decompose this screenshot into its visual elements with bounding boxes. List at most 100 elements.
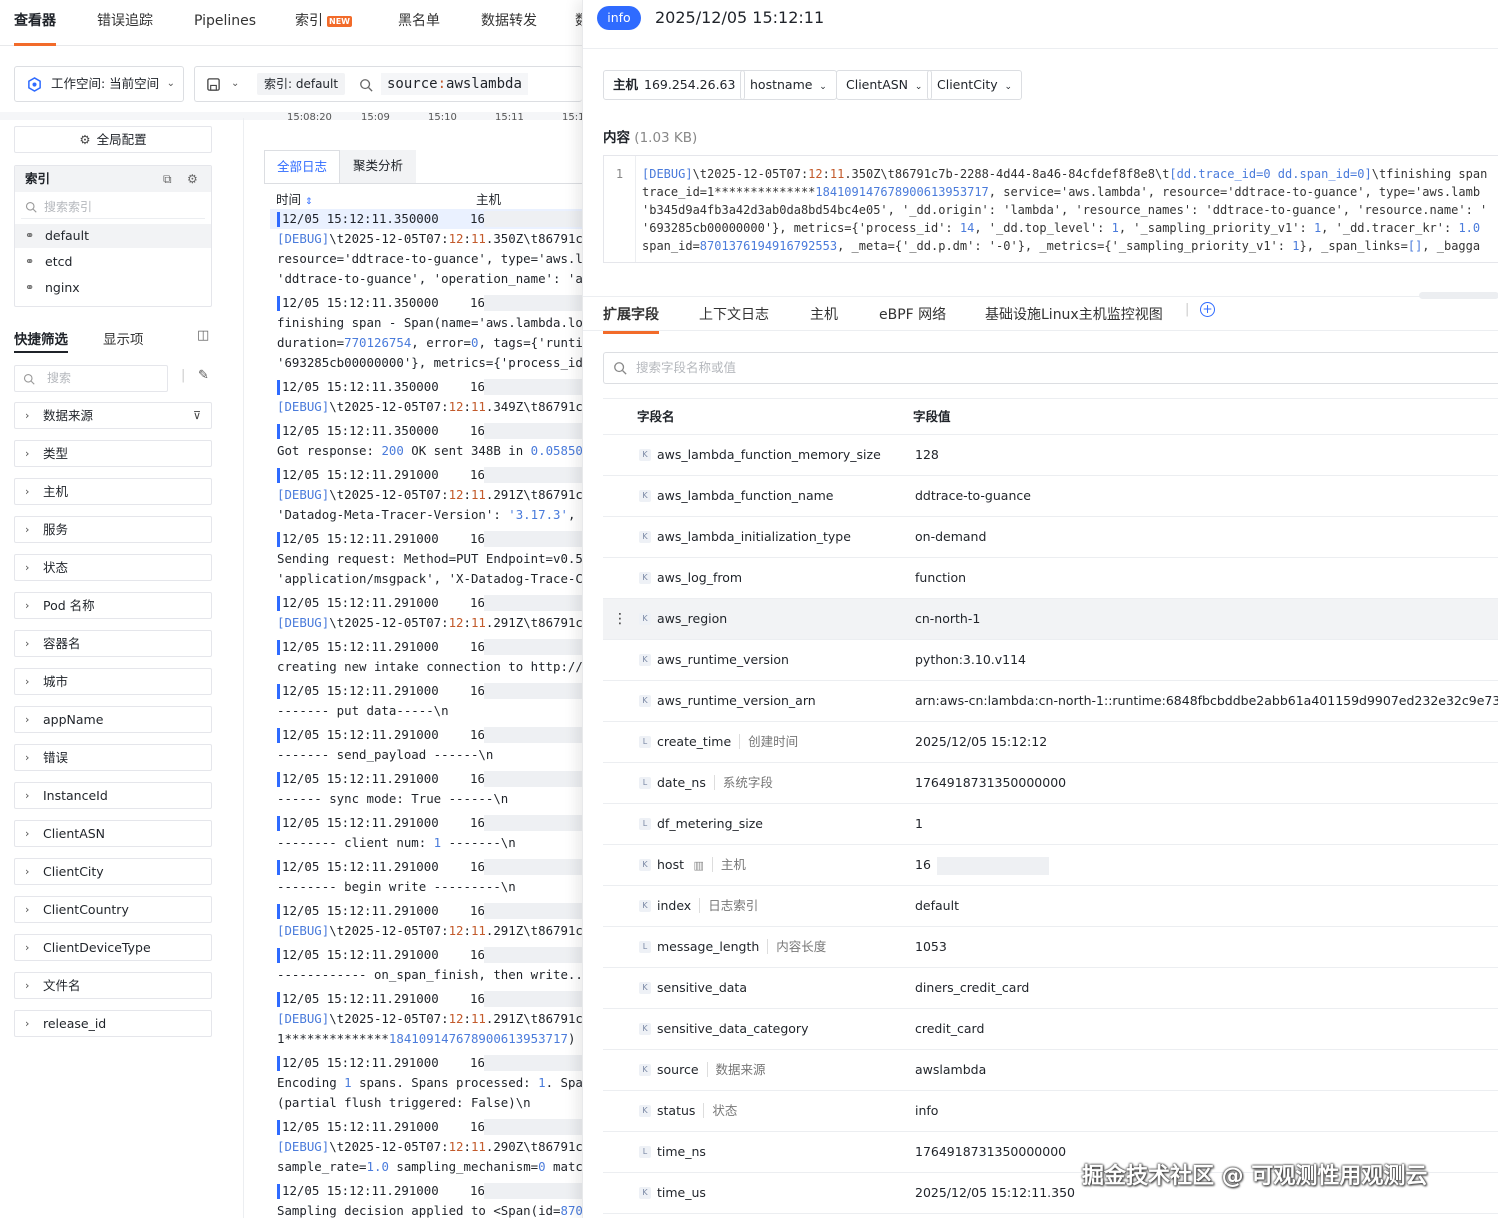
tab-index[interactable]: 索引 NEW	[295, 0, 352, 46]
tab-context-logs[interactable]: 上下文日志	[699, 304, 769, 324]
field-row[interactable]: Kaws_runtime_version python:3.10.v114	[603, 640, 1498, 681]
log-row[interactable]: 12/05 15:12:11.291000 16 [DEBUG]\t2025-12-…	[270, 901, 582, 941]
tab-pipelines[interactable]: Pipelines	[194, 0, 256, 46]
field-row[interactable]: Khost ▥ 主机 16	[603, 845, 1498, 886]
filter-item[interactable]: › 文件名	[14, 972, 212, 999]
index-search-input[interactable]: 搜索索引	[21, 195, 205, 219]
index-item-etcd[interactable]: ⚭ etcd	[15, 250, 211, 274]
index-chip[interactable]: 索引: default	[257, 73, 346, 95]
log-row[interactable]: 12/05 15:12:11.291000 16 Sampling decision…	[270, 1181, 582, 1218]
index-icon: ⚭	[25, 229, 35, 242]
tab-all-logs[interactable]: 全部日志	[264, 150, 340, 183]
tab-data-forward[interactable]: 数据转发	[481, 0, 537, 46]
tab-ebpf-network[interactable]: eBPF 网络	[879, 304, 946, 324]
log-row[interactable]: 12/05 15:12:11.291000 16 -------- client n…	[270, 813, 582, 853]
log-row[interactable]: 12/05 15:12:11.291000 16 ------- send_payl…	[270, 725, 582, 765]
text-segment: span_id=	[642, 239, 700, 253]
field-row[interactable]: Ksensitive_data_category credit_card	[603, 1009, 1498, 1050]
log-row[interactable]: 12/05 15:12:11.291000 16 Sending request: …	[270, 529, 582, 589]
field-row[interactable]: Kstatus 状态 info	[603, 1091, 1498, 1132]
field-row[interactable]: Lcreate_time 创建时间 2025/12/05 15:12:12	[603, 722, 1498, 763]
field-row[interactable]: Kindex 日志索引 default	[603, 886, 1498, 927]
add-tab-icon[interactable]: +	[1200, 302, 1215, 317]
filter-item[interactable]: › ClientCity	[14, 858, 212, 885]
tab-error-tracking[interactable]: 错误追踪	[97, 0, 153, 46]
filter-item[interactable]: › 类型	[14, 440, 212, 467]
filter-item[interactable]: › 状态	[14, 554, 212, 581]
chevron-down-icon[interactable]: ⌄	[231, 67, 239, 101]
log-row[interactable]: 12/05 15:12:11.291000 16 creating new inta…	[270, 637, 582, 677]
index-item-nginx[interactable]: ⚭ nginx	[15, 276, 211, 300]
field-row[interactable]: Kaws_log_from function	[603, 558, 1498, 599]
tab-host[interactable]: 主机	[810, 304, 838, 324]
filter-item[interactable]: › 错误	[14, 744, 212, 771]
sort-icon[interactable]: ⇕	[305, 197, 313, 207]
field-search-input[interactable]: 搜索字段名称或值	[603, 352, 1498, 384]
tab-blacklist[interactable]: 黑名单	[398, 0, 440, 46]
log-row[interactable]: 12/05 15:12:11.350000 16 [DEBUG]\t2025-12-…	[270, 377, 582, 417]
filter-item[interactable]: › 城市	[14, 668, 212, 695]
field-row[interactable]: ⋮ Kaws_region cn-north-1	[603, 599, 1498, 640]
log-row[interactable]: 12/05 15:12:11.291000 16 ------- put data-…	[270, 681, 582, 721]
bar-chart-icon[interactable]: ▥	[690, 859, 703, 872]
filter-search-input[interactable]: 搜索	[14, 365, 168, 392]
filter-item[interactable]: › 服务	[14, 516, 212, 543]
log-row[interactable]: 12/05 15:12:11.350000 16 finishing span - …	[270, 293, 582, 373]
filter-item[interactable]: › appName	[14, 706, 212, 733]
save-query-icon[interactable]	[206, 77, 221, 92]
text-segment: 12	[448, 615, 464, 630]
global-config-button[interactable]: ⚙ 全局配置	[14, 126, 212, 153]
tag-chip[interactable]: 主机 169.254.26.63	[603, 70, 746, 100]
field-row[interactable]: Ksource 数据来源 awslambda	[603, 1050, 1498, 1091]
log-row[interactable]: 12/05 15:12:11.291000 16 -------- begin wr…	[270, 857, 582, 897]
log-row[interactable]: 12/05 15:12:11.291000 16 [DEBUG]\t2025-12-…	[270, 593, 582, 633]
filter-item[interactable]: › ClientASN	[14, 820, 212, 847]
field-row[interactable]: Kaws_lambda_function_name ddtrace-to-guan…	[603, 476, 1498, 517]
tab-display-items[interactable]: 显示项	[103, 328, 144, 348]
filter-item[interactable]: › 数据来源 ⊽	[14, 402, 212, 429]
field-row[interactable]: Kaws_lambda_initialization_type on-demand	[603, 517, 1498, 558]
log-row[interactable]: 12/05 15:12:11.350000 16 Got response: 200…	[270, 421, 582, 461]
log-host: 16	[470, 467, 485, 482]
clear-filter-icon[interactable]: ⊽	[193, 403, 201, 428]
text-segment: [dd.trace_id=0 dd.span_id=0]	[1169, 167, 1372, 181]
tag-chip[interactable]: hostname ⌄	[740, 70, 837, 100]
query-text[interactable]: source:awslambda	[381, 73, 528, 95]
collapse-icon[interactable]: ◫	[197, 328, 209, 343]
query-bar[interactable]: ⌄ 索引: default source:awslambda	[194, 66, 582, 102]
tag-chip[interactable]: ClientASN ⌄	[836, 70, 933, 100]
log-row[interactable]: 12/05 15:12:11.350000 16 [DEBUG]\t2025-12-…	[270, 209, 582, 289]
filter-item[interactable]: › 容器名	[14, 630, 212, 657]
column-header-time[interactable]: 时间 ⇕	[276, 189, 313, 208]
field-row[interactable]: Ldate_ns 系统字段 1764918731350000000	[603, 763, 1498, 804]
filter-item[interactable]: › Pod 名称	[14, 592, 212, 619]
field-row[interactable]: Ldf_metering_size 1	[603, 804, 1498, 845]
log-row[interactable]: 12/05 15:12:11.291000 16 ------ sync mode:…	[270, 769, 582, 809]
filter-item[interactable]: › ClientDeviceType	[14, 934, 212, 961]
filter-item[interactable]: › ClientCountry	[14, 896, 212, 923]
copy-icon[interactable]: ⧉	[163, 166, 172, 192]
field-row[interactable]: Kaws_runtime_version_arn arn:aws-cn:lambd…	[603, 681, 1498, 722]
field-row[interactable]: Lmessage_length 内容长度 1053	[603, 927, 1498, 968]
workspace-select[interactable]: 工作空间: 当前空间 ⌄	[14, 66, 184, 102]
log-row[interactable]: 12/05 15:12:11.291000 16 Encoding 1 spans.…	[270, 1053, 582, 1113]
edit-icon[interactable]: ✎	[198, 368, 209, 383]
field-row[interactable]: Ksensitive_data diners_credit_card	[603, 968, 1498, 1009]
filter-item[interactable]: › InstanceId	[14, 782, 212, 809]
log-row[interactable]: 12/05 15:12:11.291000 16 ------------ on_s…	[270, 945, 582, 985]
filter-item[interactable]: › release_id	[14, 1010, 212, 1037]
tag-chip[interactable]: ClientCity ⌄	[927, 70, 1023, 100]
content-code[interactable]: 1 [DEBUG]\t2025-12-05T07:12:11.350Z\t867…	[603, 155, 1498, 263]
tab-quick-filter[interactable]: 快捷筛选	[14, 328, 68, 353]
log-row[interactable]: 12/05 15:12:11.291000 16 [DEBUG]\t2025-12-…	[270, 989, 582, 1049]
filter-item[interactable]: › 主机	[14, 478, 212, 505]
index-item-default[interactable]: ⚭ default	[15, 224, 211, 248]
log-row[interactable]: 12/05 15:12:11.291000 16 [DEBUG]\t2025-12-…	[270, 1117, 582, 1177]
tab-viewer[interactable]: 查看器	[14, 0, 56, 46]
tab-cluster-analysis[interactable]: 聚类分析	[340, 150, 416, 183]
log-row[interactable]: 12/05 15:12:11.291000 16 [DEBUG]\t2025-12-…	[270, 465, 582, 525]
more-actions-icon[interactable]: ⋮	[613, 599, 627, 639]
settings-icon[interactable]: ⚙	[187, 166, 198, 192]
field-row[interactable]: Kaws_lambda_function_memory_size 128	[603, 435, 1498, 476]
tab-linux-host-view[interactable]: 基础设施Linux主机监控视图	[985, 304, 1163, 324]
